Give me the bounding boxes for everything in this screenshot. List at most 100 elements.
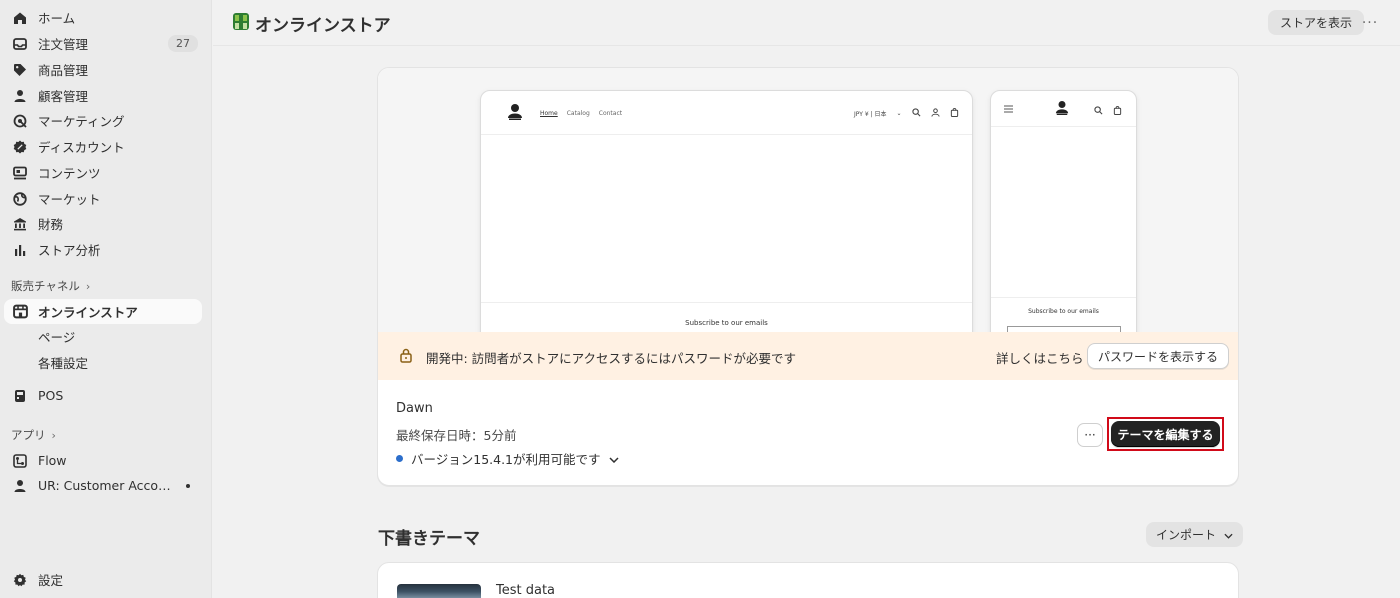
sidebar-item-label: 財務 xyxy=(38,217,64,232)
pos-icon xyxy=(12,388,28,404)
sidebar-item-label: マーケット xyxy=(38,192,101,207)
sidebar-item-label: オンラインストア xyxy=(38,305,138,320)
home-icon xyxy=(12,10,28,26)
theme-preview[interactable]: Home Catalog Contact JPY ¥ | 日本 ⌄ Subscr… xyxy=(378,68,1238,332)
sidebar-item-pages[interactable]: ページ xyxy=(4,324,202,349)
content-icon xyxy=(12,165,28,181)
mobile-preview: Subscribe to our emails xyxy=(990,90,1137,332)
sidebar-item-pos[interactable]: POS xyxy=(4,383,202,408)
status-dot-icon xyxy=(396,455,403,462)
sidebar-item-label: ディスカウント xyxy=(38,140,125,155)
draft-theme-thumbnail xyxy=(397,584,481,598)
chevron-down-icon: ⌄ xyxy=(896,110,902,117)
draft-theme-card: Test data xyxy=(377,562,1239,598)
edit-theme-highlight: テーマを編集する xyxy=(1107,417,1224,451)
sidebar-item-label: 各種設定 xyxy=(38,356,89,371)
sidebar-item-analytics[interactable]: ストア分析 xyxy=(4,237,202,262)
sidebar-item-content[interactable]: コンテンツ xyxy=(4,160,202,185)
mobile-preview-header xyxy=(991,91,1136,127)
sidebar-item-settings[interactable]: 設定 xyxy=(4,567,202,592)
person-icon xyxy=(12,88,28,104)
password-banner: 開発中: 訪問者がストアにアクセスするにはパスワードが必要です 詳しくはこちら … xyxy=(378,332,1238,380)
sidebar-item-products[interactable]: 商品管理 xyxy=(4,57,202,82)
sidebar: ホーム 注文管理 27 商品管理 顧客管理 マーケティング ディスカウント コン… xyxy=(0,0,212,598)
gear-icon xyxy=(12,572,28,588)
bar-chart-icon xyxy=(12,242,28,258)
target-icon xyxy=(12,113,28,129)
draft-theme-name: Test data xyxy=(496,583,556,598)
theme-actions-button[interactable]: ··· xyxy=(1077,423,1103,447)
sidebar-item-preferences[interactable]: 各種設定 xyxy=(4,350,202,375)
more-actions-icon[interactable]: ··· xyxy=(1356,10,1384,35)
learn-more-link[interactable]: 詳しくはこちら xyxy=(996,348,1084,367)
sidebar-item-online-store[interactable]: オンラインストア xyxy=(4,299,202,324)
sidebar-item-app-flow[interactable]: Flow xyxy=(4,448,202,473)
bank-icon xyxy=(12,216,28,232)
version-available-toggle[interactable]: バージョン15.4.1が利用可能です xyxy=(396,449,619,468)
chevron-right-icon: › xyxy=(85,279,91,293)
hamburger-icon xyxy=(1004,102,1013,117)
edit-theme-button[interactable]: テーマを編集する xyxy=(1111,421,1220,447)
inbox-icon xyxy=(12,36,28,52)
search-icon xyxy=(1094,104,1103,119)
preview-nav-catalog: Catalog xyxy=(566,110,590,117)
sidebar-item-marketing[interactable]: マーケティング xyxy=(4,108,202,133)
account-icon xyxy=(930,108,940,119)
sales-channels-label: 販売チャネル xyxy=(11,279,80,293)
apps-heading[interactable]: アプリ › xyxy=(11,427,56,443)
cart-icon xyxy=(950,108,959,119)
desktop-preview: Home Catalog Contact JPY ¥ | 日本 ⌄ Subscr… xyxy=(480,90,973,332)
mobile-preview-footer: Subscribe to our emails xyxy=(991,297,1136,315)
page-title: オンラインストア xyxy=(233,11,391,36)
sidebar-item-orders[interactable]: 注文管理 27 xyxy=(4,31,202,56)
sidebar-item-markets[interactable]: マーケット xyxy=(4,186,202,211)
import-button[interactable]: インポート xyxy=(1146,522,1244,547)
chevron-down-icon xyxy=(608,451,619,466)
sidebar-item-label: ページ xyxy=(38,330,76,345)
lock-icon xyxy=(399,348,413,367)
sidebar-item-label: UR: Customer Accoun... xyxy=(38,478,178,493)
chevron-down-icon xyxy=(1224,528,1233,542)
view-store-button[interactable]: ストアを表示 xyxy=(1268,10,1365,35)
preview-nav-contact: Contact xyxy=(598,110,623,117)
sidebar-item-label: Flow xyxy=(38,453,67,468)
chevron-right-icon: › xyxy=(51,428,56,442)
store-logo-icon xyxy=(507,103,523,125)
sidebar-item-customers[interactable]: 顧客管理 xyxy=(4,83,202,108)
sidebar-item-label: 顧客管理 xyxy=(38,89,89,104)
preview-footer: Subscribe to our emails xyxy=(481,302,972,327)
unpinned-dot-icon xyxy=(186,484,190,488)
sales-channels-heading[interactable]: 販売チャネル › xyxy=(11,278,90,294)
preview-nav-home: Home xyxy=(540,110,558,117)
search-icon xyxy=(911,108,921,119)
sidebar-item-discounts[interactable]: ディスカウント xyxy=(4,134,202,159)
sidebar-item-label: ストア分析 xyxy=(38,243,101,258)
sidebar-item-finance[interactable]: 財務 xyxy=(4,211,202,236)
theme-name: Dawn xyxy=(396,401,433,416)
preview-header: Home Catalog Contact JPY ¥ | 日本 ⌄ xyxy=(481,91,972,135)
sidebar-item-label: ホーム xyxy=(38,11,76,26)
sidebar-item-label: マーケティング xyxy=(38,114,125,129)
show-password-button[interactable]: パスワードを表示する xyxy=(1087,343,1230,369)
last-saved-text: 最終保存日時：5分前 xyxy=(396,428,517,443)
sidebar-item-app-ur[interactable]: UR: Customer Accoun... xyxy=(4,473,202,498)
currency-selector: JPY ¥ | 日本 xyxy=(854,111,887,118)
sidebar-item-label: 商品管理 xyxy=(38,63,89,78)
import-button-label: インポート xyxy=(1156,528,1217,542)
person-icon xyxy=(12,478,28,494)
version-text: バージョン15.4.1が利用可能です xyxy=(411,452,601,467)
online-store-icon xyxy=(233,12,249,35)
store-logo-icon xyxy=(1055,100,1069,120)
cart-icon xyxy=(1113,104,1122,119)
sidebar-item-label: POS xyxy=(38,388,64,403)
sidebar-item-home[interactable]: ホーム xyxy=(4,5,202,30)
storefront-icon xyxy=(12,304,28,320)
draft-themes-heading: 下書きテーマ xyxy=(378,529,480,549)
sidebar-item-label: 設定 xyxy=(38,573,64,588)
globe-icon xyxy=(12,191,28,207)
tag-icon xyxy=(12,62,28,78)
top-bar: オンラインストア ストアを表示 ··· xyxy=(213,0,1400,46)
page-title-text: オンラインストア xyxy=(255,16,391,36)
current-theme-card: Home Catalog Contact JPY ¥ | 日本 ⌄ Subscr… xyxy=(377,67,1239,486)
